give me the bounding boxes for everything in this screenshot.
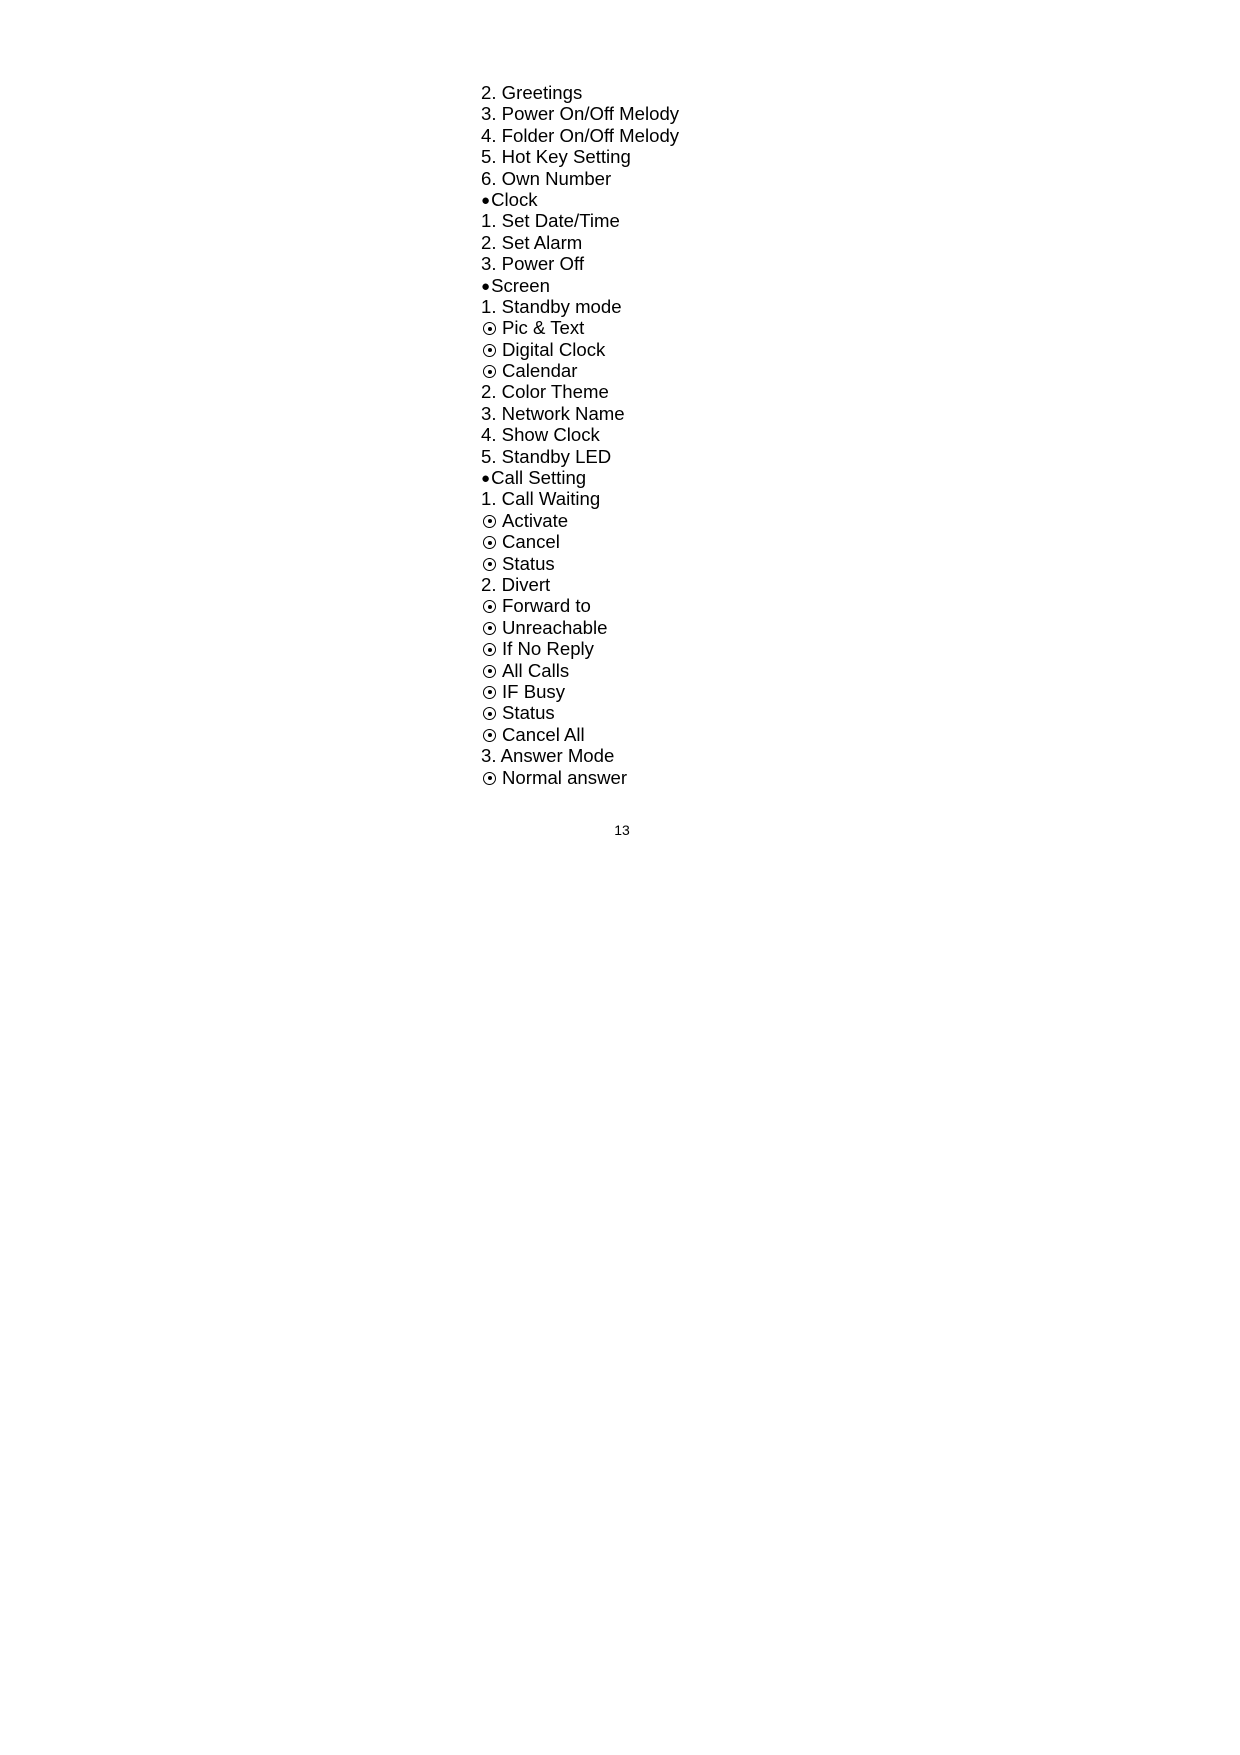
option-item: Normal answer: [481, 767, 679, 788]
section-heading: ●Clock: [481, 189, 679, 210]
menu-item: 4. Show Clock: [481, 424, 679, 445]
bullet-icon: ●: [481, 470, 491, 488]
menu-item: 2. Greetings: [481, 82, 679, 103]
line-text: Cancel: [502, 531, 560, 553]
line-text: 1. Standby mode: [481, 295, 622, 317]
line-text: Cancel All: [502, 723, 585, 745]
line-text: 1. Set Date/Time: [481, 210, 620, 232]
section-heading: ●Screen: [481, 275, 679, 296]
line-text: Activate: [502, 509, 569, 531]
line-text: 5. Hot Key Setting: [481, 146, 631, 168]
radio-dot-icon: [483, 685, 496, 699]
line-text: 2. Set Alarm: [481, 231, 583, 253]
radio-dot-icon: [483, 771, 496, 785]
option-item: IF Busy: [481, 681, 679, 702]
radio-dot-icon: [483, 643, 496, 657]
menu-item: 2. Divert: [481, 574, 679, 595]
line-text: 4. Show Clock: [481, 424, 600, 446]
line-text: 3. Power On/Off Melody: [481, 103, 680, 125]
line-text: Screen: [491, 274, 550, 296]
line-text: Call Setting: [491, 467, 587, 489]
option-item: Status: [481, 702, 679, 723]
line-text: 3. Network Name: [481, 402, 625, 424]
radio-dot-icon: [483, 707, 496, 721]
line-text: Calendar: [502, 360, 578, 382]
radio-dot-icon: [483, 536, 496, 550]
menu-item: 3. Power On/Off Melody: [481, 103, 679, 124]
menu-item: 6. Own Number: [481, 168, 679, 189]
option-item: Unreachable: [481, 617, 679, 638]
radio-dot-icon: [483, 600, 496, 614]
section-heading: ●Call Setting: [481, 467, 679, 488]
radio-dot-icon: [483, 343, 496, 357]
option-item: Status: [481, 553, 679, 574]
menu-item: 1. Call Waiting: [481, 488, 679, 509]
line-text: Pic & Text: [502, 317, 585, 339]
document-page: 2. Greetings 3. Power On/Off Melody 4. Fol…: [0, 0, 1240, 1755]
line-text: 3. Answer Mode: [481, 745, 615, 767]
menu-item: 4. Folder On/Off Melody: [481, 125, 679, 146]
option-item: Pic & Text: [481, 317, 679, 338]
line-text: IF Busy: [502, 680, 566, 702]
menu-tree-list: 2. Greetings 3. Power On/Off Melody 4. Fol…: [481, 82, 679, 788]
line-text: Status: [502, 702, 555, 724]
option-item: Forward to: [481, 595, 679, 616]
line-text: Status: [502, 552, 555, 574]
option-item: Cancel All: [481, 724, 679, 745]
radio-dot-icon: [483, 514, 496, 528]
line-text: Unreachable: [502, 616, 608, 638]
line-text: 5. Standby LED: [481, 445, 612, 467]
line-text: 4. Folder On/Off Melody: [481, 124, 680, 146]
option-item: Activate: [481, 510, 679, 531]
line-text: Forward to: [502, 595, 591, 617]
option-item: All Calls: [481, 660, 679, 681]
radio-dot-icon: [483, 621, 496, 635]
menu-item: 1. Standby mode: [481, 296, 679, 317]
line-text: Normal answer: [502, 766, 628, 788]
line-text: 1. Call Waiting: [481, 488, 601, 510]
menu-item: 3. Network Name: [481, 403, 679, 424]
option-item: Calendar: [481, 360, 679, 381]
menu-item: 2. Color Theme: [481, 381, 679, 402]
bullet-icon: ●: [481, 277, 491, 295]
bullet-icon: ●: [481, 191, 491, 209]
line-text: 3. Power Off: [481, 253, 585, 275]
radio-dot-icon: [483, 557, 496, 571]
option-item: Digital Clock: [481, 339, 679, 360]
option-item: If No Reply: [481, 638, 679, 659]
line-text: 2. Greetings: [481, 82, 583, 103]
line-text: If No Reply: [502, 638, 594, 660]
radio-dot-icon: [483, 322, 496, 336]
menu-item: 5. Hot Key Setting: [481, 146, 679, 167]
line-text: 6. Own Number: [481, 167, 612, 189]
menu-item: 2. Set Alarm: [481, 232, 679, 253]
menu-item: 3. Power Off: [481, 253, 679, 274]
page-number: 13: [614, 822, 630, 838]
radio-dot-icon: [483, 365, 496, 379]
line-text: Digital Clock: [502, 338, 606, 360]
line-text: 2. Divert: [481, 573, 551, 595]
radio-dot-icon: [483, 728, 496, 742]
menu-item: 1. Set Date/Time: [481, 210, 679, 231]
line-text: Clock: [491, 188, 538, 210]
line-text: 2. Color Theme: [481, 381, 609, 403]
radio-dot-icon: [483, 664, 496, 678]
option-item: Cancel: [481, 531, 679, 552]
line-text: All Calls: [502, 659, 570, 681]
menu-item: 5. Standby LED: [481, 446, 679, 467]
menu-item: 3. Answer Mode: [481, 745, 679, 766]
